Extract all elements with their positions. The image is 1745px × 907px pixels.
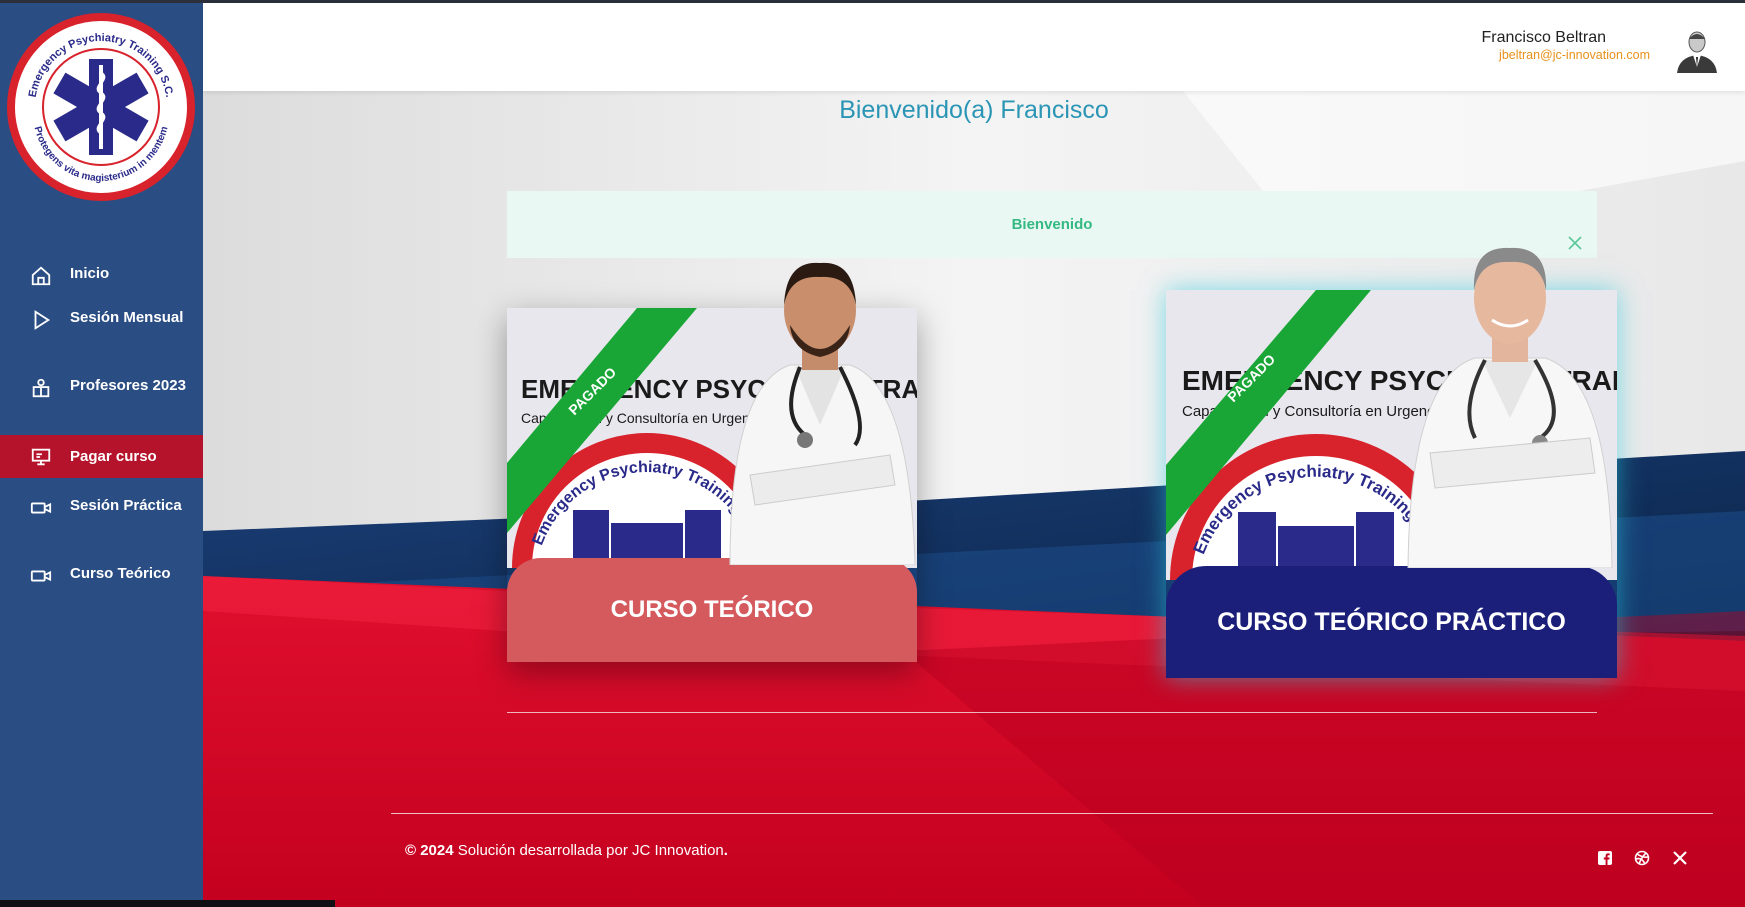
sidebar-item-sesion-mensual[interactable]: Sesión Mensual: [0, 305, 203, 357]
doctor-image: [1407, 247, 1613, 568]
avatar[interactable]: [1675, 27, 1719, 73]
top-header: Francisco Beltran jbeltran@jc-innovation…: [203, 3, 1745, 91]
sidebar-item-label: Pagar curso: [70, 448, 157, 465]
sidebar-item-label: Sesión Mensual: [70, 309, 184, 326]
footer-year: © 2024: [405, 842, 454, 859]
curso-teorico-practico-button[interactable]: CURSO TEÓRICO PRÁCTICO: [1166, 566, 1617, 678]
footer-text: Solución desarrollada por JC Innovation: [453, 842, 724, 859]
curso-teorico-button[interactable]: CURSO TEÓRICO: [507, 558, 917, 662]
dribbble-icon[interactable]: [1634, 850, 1650, 866]
close-icon[interactable]: [1567, 213, 1583, 250]
sidebar: Emergency Psychiatry Training S.C. Prote…: [0, 3, 203, 907]
facebook-icon[interactable]: [1597, 850, 1613, 866]
user-avatar-icon: [1677, 31, 1717, 73]
logo-emblem-icon: Emergency Psychiatry Training S.C. Prote…: [16, 22, 186, 192]
alert-text: Bienvenido: [1011, 216, 1093, 233]
sidebar-item-pagar-curso[interactable]: Pagar curso: [0, 435, 203, 478]
footer-dot: .: [723, 842, 728, 859]
sidebar-item-label: Sesión Práctica: [70, 497, 182, 514]
teacher-icon: [30, 377, 52, 399]
user-email: jbeltran@jc-innovation.com: [1499, 48, 1650, 62]
home-icon: [30, 265, 52, 287]
app-logo[interactable]: Emergency Psychiatry Training S.C. Prote…: [7, 13, 195, 201]
video-camera-icon: [30, 497, 52, 519]
sidebar-item-label: Curso Teórico: [70, 565, 171, 582]
x-twitter-icon[interactable]: [1672, 850, 1688, 866]
sidebar-item-label: Profesores 2023: [70, 377, 186, 394]
video-camera-icon: [30, 565, 52, 587]
doctor-image: [729, 262, 916, 565]
play-icon: [30, 309, 52, 331]
sidebar-item-sesion-practica[interactable]: Sesión Práctica: [0, 493, 203, 545]
content-divider: [507, 712, 1597, 713]
presentation-icon: [30, 446, 52, 468]
sidebar-item-profesores[interactable]: Profesores 2023: [0, 373, 203, 425]
card-title: CURSO TEÓRICO: [610, 596, 814, 623]
user-name[interactable]: Francisco Beltran: [1482, 29, 1607, 47]
footer-divider: [391, 813, 1713, 814]
footer-credit: © 2024 Solución desarrollada por JC Inno…: [405, 842, 728, 859]
sidebar-item-label: Inicio: [70, 265, 110, 282]
card-title: CURSO TEÓRICO PRÁCTICO: [1217, 607, 1566, 636]
sidebar-item-inicio[interactable]: Inicio: [0, 259, 203, 289]
welcome-heading: Bienvenido(a) Francisco: [839, 96, 1109, 124]
sidebar-item-curso-teorico[interactable]: Curso Teórico: [0, 561, 203, 613]
bottom-scrollbar[interactable]: [0, 900, 335, 907]
